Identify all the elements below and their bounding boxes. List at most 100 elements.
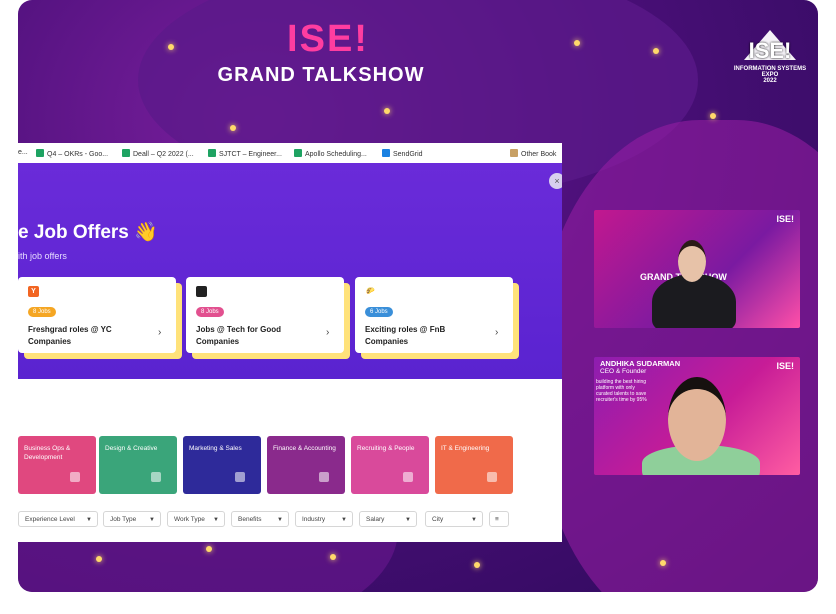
sparkle-dot bbox=[653, 48, 659, 54]
video-tile-host[interactable]: ISE! GRAND TALKSHOW bbox=[594, 210, 800, 328]
filter-benefits[interactable]: Benefits ▼ bbox=[231, 511, 289, 527]
person-body bbox=[652, 274, 736, 328]
bookmark-label: Other Book bbox=[521, 151, 557, 158]
jobs-badge: 8 Jobs bbox=[196, 307, 224, 317]
bookmark-label: SendGrid bbox=[393, 151, 423, 158]
person-head bbox=[678, 240, 706, 282]
category-tile[interactable]: Recruiting & People bbox=[351, 436, 429, 494]
category-tile[interactable]: Finance & Accounting bbox=[267, 436, 345, 494]
sparkle-dot bbox=[168, 44, 174, 50]
card-body: Y 8 Jobs Freshgrad roles @ YC Companies … bbox=[18, 277, 176, 353]
filter-industry[interactable]: Industry ▼ bbox=[295, 511, 353, 527]
sparkle-dot bbox=[96, 556, 102, 562]
sparkle-dot bbox=[206, 546, 212, 552]
bookmark-item[interactable]: Other Book bbox=[510, 149, 556, 158]
chevron-down-icon: ▼ bbox=[277, 517, 283, 523]
taco-icon: 🌮 bbox=[366, 288, 375, 295]
shared-screen: e... Q4 – OKRs - Goo... Deall – Q2 2022 … bbox=[18, 143, 562, 542]
filter-label: Salary bbox=[366, 516, 385, 523]
jobs-badge: 6 Jobs bbox=[365, 307, 393, 317]
tile-logo: ISE! bbox=[776, 214, 794, 224]
sheets-icon bbox=[294, 149, 302, 157]
video-tile-speaker[interactable]: ISE! ANDHIKA SUDARMAN CEO & Founder buil… bbox=[594, 357, 800, 475]
sheets-icon bbox=[122, 149, 130, 157]
sort-button[interactable]: ≡ bbox=[489, 511, 509, 527]
bookmark-item[interactable]: Apollo Scheduling... bbox=[294, 149, 367, 158]
jobs-badge: 8 Jobs bbox=[28, 307, 56, 317]
category-emoji-icon bbox=[235, 472, 245, 482]
person-head bbox=[668, 377, 726, 461]
chevron-right-icon: › bbox=[495, 327, 499, 338]
sparkle-dot bbox=[384, 108, 390, 114]
hero-title: e Job Offers 👋 bbox=[18, 222, 158, 243]
sparkle-dot bbox=[474, 562, 480, 568]
sheets-icon bbox=[36, 149, 44, 157]
category-label: Finance & Accounting bbox=[273, 445, 336, 452]
category-emoji-icon bbox=[403, 472, 413, 482]
bg-shape bbox=[538, 120, 818, 592]
chevron-right-icon: › bbox=[326, 327, 330, 338]
hero-banner: × e Job Offers 👋 ith job offers Y 8 Jobs… bbox=[18, 163, 562, 379]
chevron-down-icon: ▼ bbox=[149, 517, 155, 523]
filter-label: Industry bbox=[302, 516, 326, 523]
filter-label: Benefits bbox=[238, 516, 262, 523]
category-label: Recruiting & People bbox=[357, 445, 415, 452]
sendgrid-icon bbox=[382, 149, 390, 157]
filter-label: City bbox=[432, 516, 444, 523]
close-icon[interactable]: × bbox=[549, 173, 562, 189]
sparkle-dot bbox=[660, 560, 666, 566]
filter-label: Experience Level bbox=[25, 516, 75, 523]
chevron-right-icon: › bbox=[158, 327, 162, 338]
job-collection-card[interactable]: Y 8 Jobs Freshgrad roles @ YC Companies … bbox=[18, 277, 182, 359]
category-tile[interactable]: IT & Engineering bbox=[435, 436, 513, 494]
bookmarks-bar: e... Q4 – OKRs - Goo... Deall – Q2 2022 … bbox=[18, 143, 562, 164]
filter-label: Work Type bbox=[174, 516, 205, 523]
tile-logo: ISE! bbox=[776, 361, 794, 371]
category-label: Design & Creative bbox=[105, 445, 158, 452]
speaker-role: CEO & Founder bbox=[600, 368, 647, 375]
yc-icon: Y bbox=[28, 286, 39, 297]
bookmark-label: SJTCT – Engineer... bbox=[219, 151, 282, 158]
bookmark-label: Apollo Scheduling... bbox=[305, 151, 367, 158]
folder-icon bbox=[510, 149, 518, 157]
chevron-down-icon: ▼ bbox=[405, 517, 411, 523]
filter-experience-level[interactable]: Experience Level ▼ bbox=[18, 511, 98, 527]
speaker-name: ANDHIKA SUDARMAN bbox=[600, 359, 681, 368]
corner-logo-text: ISE! bbox=[748, 38, 792, 63]
laptop-icon bbox=[196, 286, 207, 297]
event-logo: ISE! bbox=[287, 18, 369, 60]
hero-subtitle: ith job offers bbox=[18, 251, 67, 261]
bookmark-item[interactable]: SendGrid bbox=[382, 149, 423, 158]
speaker-blurb: building the best hiring platform with o… bbox=[596, 379, 647, 403]
category-tile[interactable]: Design & Creative bbox=[99, 436, 177, 494]
sort-icon: ≡ bbox=[495, 516, 499, 523]
job-collection-card[interactable]: 🌮 6 Jobs Exciting roles @ FnB Companies … bbox=[355, 277, 519, 359]
card-title: Exciting roles @ FnB Companies bbox=[365, 325, 446, 346]
bookmark-item[interactable]: Deall – Q2 2022 (... bbox=[122, 149, 194, 158]
filter-job-type[interactable]: Job Type ▼ bbox=[103, 511, 161, 527]
filter-work-type[interactable]: Work Type ▼ bbox=[167, 511, 225, 527]
category-tile[interactable]: Marketing & Sales bbox=[183, 436, 261, 494]
sparkle-dot bbox=[574, 40, 580, 46]
card-title: Jobs @ Tech for Good Companies bbox=[196, 325, 281, 346]
corner-logo-year: 2022 bbox=[763, 78, 777, 84]
category-tile[interactable]: Business Ops & Development bbox=[18, 436, 96, 494]
filter-label: Job Type bbox=[110, 516, 137, 523]
bookmark-item[interactable]: SJTCT – Engineer... bbox=[208, 149, 282, 158]
filter-salary[interactable]: Salary ▼ bbox=[359, 511, 417, 527]
sparkle-dot bbox=[230, 125, 236, 131]
category-emoji-icon bbox=[151, 472, 161, 482]
bookmark-item[interactable]: Q4 – OKRs - Goo... bbox=[36, 149, 108, 158]
filter-city[interactable]: City ▼ bbox=[425, 511, 483, 527]
card-body: 8 Jobs Jobs @ Tech for Good Companies › bbox=[186, 277, 344, 353]
card-title: Freshgrad roles @ YC Companies bbox=[28, 325, 112, 346]
category-label: Marketing & Sales bbox=[189, 445, 242, 452]
job-collection-card[interactable]: 8 Jobs Jobs @ Tech for Good Companies › bbox=[186, 277, 350, 359]
bookmark-label: Deall – Q2 2022 (... bbox=[133, 151, 194, 158]
category-emoji-icon bbox=[487, 472, 497, 482]
bookmark-item[interactable]: e... bbox=[18, 149, 28, 156]
chevron-down-icon: ▼ bbox=[86, 517, 92, 523]
bookmark-label: Q4 – OKRs - Goo... bbox=[47, 151, 109, 158]
category-label: IT & Engineering bbox=[441, 445, 490, 452]
sparkle-dot bbox=[710, 113, 716, 119]
